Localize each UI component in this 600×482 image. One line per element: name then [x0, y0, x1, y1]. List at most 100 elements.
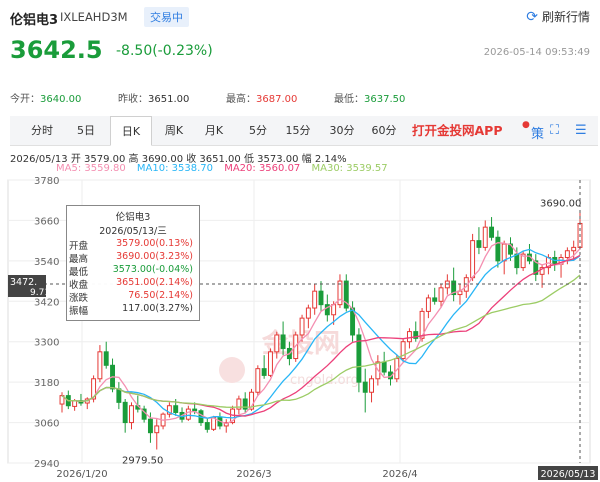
candle-body [312, 290, 318, 309]
candle-body [470, 240, 476, 279]
ma10-value: MA10: 3538.70 [136, 163, 214, 174]
ma5-value: MA5: 3559.80 [56, 163, 126, 174]
trading-status-badge: 交易中 [144, 7, 189, 27]
candle-tooltip: 伦铝电3 2026/05/13/三 开盘 3579.00(0.13%) 最高 369… [66, 205, 200, 321]
y-tick-label: 3660 [34, 216, 59, 227]
candle-body [154, 425, 160, 434]
tab-5day[interactable]: 5日 [68, 116, 104, 146]
y-tick-label: 3780 [34, 176, 59, 187]
strategy-dot-icon: ● [522, 120, 530, 130]
candle-body [356, 334, 362, 383]
watermark-logo [219, 357, 245, 383]
tab-daily-k[interactable]: 日K [110, 116, 152, 146]
candle-body [495, 236, 501, 262]
candle-body [255, 368, 261, 393]
candle-body [147, 418, 153, 434]
ma20-value: MA20: 3560.07 [224, 163, 301, 174]
candle-body [103, 351, 109, 366]
candle-body [514, 253, 520, 269]
candle-body [204, 422, 210, 430]
last-price: 3642.5 [10, 36, 103, 64]
tooltip-row: 最高 3690.00(3.23%) [69, 251, 193, 265]
crosshair-price-label: 3472. [10, 277, 37, 288]
tab-weekly-k[interactable]: 周K [156, 116, 192, 146]
y-tick-label: 3420 [34, 297, 59, 308]
candle-body [129, 405, 134, 424]
candle-body [274, 334, 280, 353]
x-tick-label: 2026/1/20 [56, 469, 107, 480]
tab-30min[interactable]: 30分 [324, 116, 360, 146]
candle-body [482, 226, 488, 248]
candle-body [72, 400, 78, 407]
stat-low: 最低：3637.50 [334, 94, 406, 105]
candle-body [116, 388, 122, 403]
stats-row: 今开：3640.00 昨收：3651.00 最高：3687.00 最低：3637… [0, 86, 600, 106]
candle-body [362, 381, 368, 393]
stat-open: 今开：3640.00 [10, 94, 82, 105]
tooltip-date: 2026/05/13/三 [99, 226, 167, 237]
candle-body [173, 405, 179, 413]
tooltip-row: 振幅 117.00(3.27%) [69, 303, 193, 317]
tooltip-row: 涨跌 76.50(2.14%) [69, 290, 193, 304]
y-tick-label: 3180 [34, 378, 59, 389]
candle-body [122, 401, 128, 424]
y-tick-label: 3300 [34, 338, 59, 349]
stat-high: 最高：3687.00 [226, 94, 298, 105]
candle-body [571, 246, 577, 252]
candle-body [369, 378, 374, 393]
candle-body [280, 334, 286, 349]
expand-icon[interactable]: ⛶ [550, 123, 559, 138]
open-app-link[interactable]: 打开金投网APP [412, 116, 503, 146]
min-price-label: 2979.50 [122, 456, 163, 467]
y-tick-label: 3540 [34, 257, 59, 268]
candle-body [501, 243, 507, 262]
candle-body [425, 297, 431, 312]
refresh-icon: ⟳ [526, 8, 538, 25]
candle-body [185, 408, 191, 420]
watermark-url: cngold.org [290, 373, 359, 388]
instrument-title: 伦铝电3 [10, 13, 59, 28]
tab-15min[interactable]: 15分 [280, 116, 316, 146]
candle-body [318, 290, 324, 306]
tooltip-title: 伦铝电3 [115, 212, 151, 223]
price-change: -8.50(-0.23%) [116, 43, 213, 59]
candle-body [268, 351, 273, 376]
strategy-button[interactable]: 策 [531, 123, 544, 142]
max-price-label: 3690.00 [540, 198, 581, 209]
tab-monthly-k[interactable]: 月K [196, 116, 232, 146]
ma-legend: MA5: 3559.80 MA10: 3538.70 MA20: 3560.07… [56, 163, 396, 174]
stat-prev-close: 昨收：3651.00 [118, 94, 190, 105]
tooltip-row: 开盘 3579.00(0.13%) [69, 238, 193, 252]
candle-body [305, 307, 311, 319]
quote-timestamp: 2026-05-14 09:53:49 [483, 47, 590, 58]
quote-header: 伦铝电3 IXLEAHD3M 交易中 ⟳ 刷新行情 [0, 0, 600, 34]
ma30-value: MA30: 3539.57 [311, 163, 388, 174]
x-tick-label: 2026/3 [236, 469, 271, 480]
crosshair-date-label: 2026/05/13 [541, 469, 596, 480]
price-row: 3642.5 -8.50(-0.23%) 2026-05-14 09:53:49 [0, 34, 600, 70]
candle-body [331, 304, 337, 316]
candle-body [299, 317, 305, 336]
refresh-label: 刷新行情 [541, 10, 590, 24]
candle-body [432, 297, 438, 302]
crosshair-price-label-2: 9.71 [30, 288, 50, 298]
tab-60min[interactable]: 60分 [366, 116, 402, 146]
candle-body [381, 361, 387, 373]
tooltip-row: 收盘 3651.00(2.14%) [69, 277, 193, 291]
candle-body [476, 240, 482, 248]
candle-body [564, 250, 570, 258]
candle-body [438, 287, 444, 302]
candle-body [192, 408, 198, 412]
instrument-code: IXLEAHD3M [60, 10, 128, 24]
tab-5min[interactable]: 5分 [240, 116, 276, 146]
y-tick-label: 3060 [34, 419, 59, 430]
tab-fenshi[interactable]: 分时 [24, 116, 60, 146]
candle-body [406, 331, 412, 343]
candle-body [489, 226, 495, 238]
period-tabs: 分时 5日 日K 周K 月K 5分 15分 30分 60分 打开金投网APP ●… [10, 116, 598, 146]
candle-body [261, 368, 267, 376]
tooltip-row: 最低 3573.00(-0.04%) [69, 264, 193, 278]
x-tick-label: 2026/4 [382, 469, 417, 480]
settings-icon[interactable]: ☰ [575, 123, 587, 138]
refresh-button[interactable]: ⟳ 刷新行情 [526, 8, 590, 25]
